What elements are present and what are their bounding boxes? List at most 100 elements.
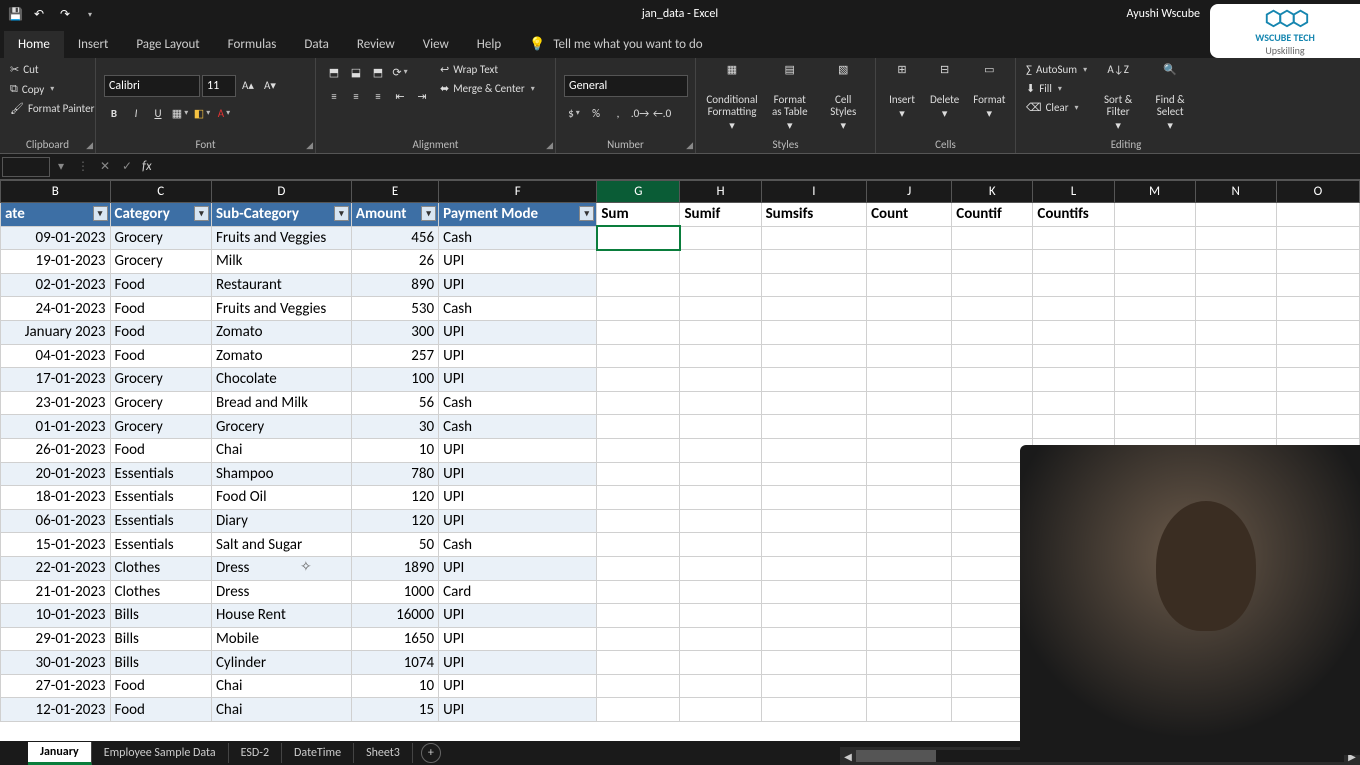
cell[interactable]: UPI [439,273,597,297]
filter-dropdown-icon[interactable]: ▾ [421,206,436,221]
cell[interactable] [597,486,680,510]
cell[interactable] [597,415,680,439]
align-bottom-icon[interactable]: ⬒ [368,62,388,82]
summary-header[interactable]: Sumif [680,203,761,227]
cell[interactable] [680,533,761,557]
cell[interactable] [1276,203,1359,227]
cell[interactable] [1195,203,1276,227]
cell[interactable] [1033,320,1114,344]
cell[interactable] [867,651,952,675]
cell[interactable] [761,486,866,510]
cell[interactable] [761,674,866,698]
cell[interactable]: UPI [439,320,597,344]
formula-input[interactable] [156,157,1360,177]
number-format-combo[interactable] [564,75,688,97]
active-cell[interactable] [597,226,680,250]
cell[interactable] [680,556,761,580]
cell[interactable]: Food [110,438,211,462]
cell[interactable] [867,320,952,344]
increase-font-icon[interactable]: A▴ [238,75,258,95]
sheet-tab[interactable]: DateTime [282,743,354,763]
increase-indent-icon[interactable]: ⇥ [412,86,432,106]
cell[interactable]: Grocery [211,415,351,439]
cell[interactable] [597,273,680,297]
cell[interactable] [597,627,680,651]
align-middle-icon[interactable]: ⬓ [346,62,366,82]
cell[interactable]: House Rent [211,604,351,628]
cell[interactable]: Essentials [110,486,211,510]
cell[interactable] [597,368,680,392]
cell[interactable] [1114,273,1195,297]
cell[interactable] [1033,368,1114,392]
cell[interactable] [1114,320,1195,344]
summary-header[interactable]: Sum [597,203,680,227]
cell[interactable]: 06-01-2023 [1,509,111,533]
cell[interactable] [867,580,952,604]
cell[interactable]: 50 [351,533,438,557]
cell[interactable]: January 2023 [1,320,111,344]
conditional-formatting-button[interactable]: ▦Conditional Formatting▾ [704,62,760,134]
cell[interactable] [867,533,952,557]
cell[interactable] [867,604,952,628]
cell[interactable] [1195,320,1276,344]
cell[interactable] [867,344,952,368]
cell[interactable] [952,320,1033,344]
column-header[interactable]: N [1195,181,1276,203]
cell[interactable]: 300 [351,320,438,344]
cell[interactable] [761,438,866,462]
cell[interactable]: 1650 [351,627,438,651]
cell[interactable] [597,462,680,486]
cell[interactable]: Cylinder [211,651,351,675]
cell[interactable] [597,391,680,415]
cell[interactable] [597,556,680,580]
cell[interactable] [597,297,680,321]
cell[interactable]: Grocery [110,415,211,439]
cell[interactable]: 04-01-2023 [1,344,111,368]
cell[interactable]: Grocery [110,368,211,392]
cell[interactable]: Food [110,698,211,722]
cell[interactable] [597,651,680,675]
wrap-text-button[interactable]: ↩Wrap Text [438,62,537,77]
cell[interactable]: 16000 [351,604,438,628]
cell[interactable]: 12-01-2023 [1,698,111,722]
cell[interactable] [867,273,952,297]
cell[interactable] [761,344,866,368]
decrease-decimal-icon[interactable]: ←.0 [652,103,672,123]
cell[interactable]: 1000 [351,580,438,604]
cell[interactable] [597,674,680,698]
cell[interactable]: 257 [351,344,438,368]
cell[interactable] [680,320,761,344]
cell[interactable] [680,344,761,368]
cell[interactable] [1195,368,1276,392]
cell[interactable] [1114,297,1195,321]
column-header[interactable]: C [110,181,211,203]
cell[interactable] [680,509,761,533]
qat-customize-icon[interactable] [86,7,100,21]
redo-icon[interactable]: ↷ [60,7,74,21]
cell[interactable]: 780 [351,462,438,486]
sheet-tab[interactable]: January [28,742,92,765]
cell[interactable]: Bills [110,651,211,675]
cell[interactable] [761,509,866,533]
cell[interactable]: Essentials [110,462,211,486]
cell[interactable] [867,462,952,486]
cell[interactable] [761,556,866,580]
format-cells-button[interactable]: ▭Format▾ [969,62,1009,122]
cell[interactable] [680,415,761,439]
format-as-table-button[interactable]: ▤Format as Table▾ [766,62,814,134]
cut-button[interactable]: ✂Cut [8,62,96,77]
summary-header[interactable]: Countif [952,203,1033,227]
format-painter-button[interactable]: 🖌Format Painter [8,101,96,116]
table-header[interactable]: Category▾ [110,203,211,227]
scroll-thumb[interactable] [856,750,936,762]
cell[interactable]: UPI [439,556,597,580]
cell[interactable] [761,368,866,392]
cell[interactable]: UPI [439,651,597,675]
cell[interactable] [867,486,952,510]
cell[interactable] [1276,226,1359,250]
font-launcher-icon[interactable]: ◢ [306,140,313,151]
cell[interactable] [867,226,952,250]
cell[interactable] [1114,344,1195,368]
cell[interactable] [952,273,1033,297]
cell[interactable] [952,344,1033,368]
